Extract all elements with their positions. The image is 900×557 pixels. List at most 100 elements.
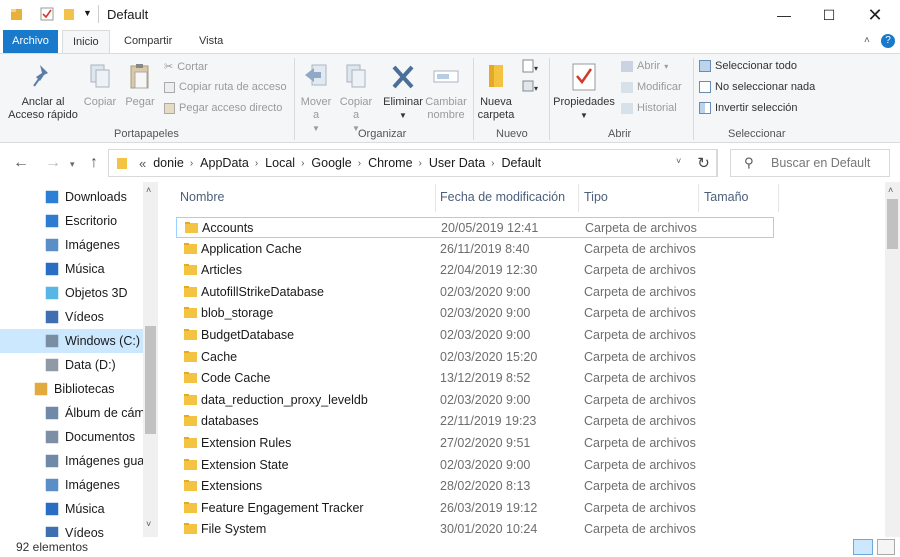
tab-inicio[interactable]: Inicio <box>62 30 110 53</box>
nav-item[interactable]: Vídeos <box>0 305 143 329</box>
file-row[interactable]: Extensions 28/02/2020 8:13 Carpeta de arch… <box>176 476 774 497</box>
column-header-size[interactable]: Tamaño <box>704 190 748 204</box>
file-row[interactable]: Articles 22/04/2019 12:30 Carpeta de archi… <box>176 260 774 281</box>
easy-access-button[interactable]: ▾ <box>518 78 544 100</box>
paste-shortcut-button[interactable]: Pegar acceso directo <box>164 102 282 114</box>
nav-item[interactable]: Álbum de cáma <box>0 401 143 425</box>
nav-item[interactable]: Vídeos <box>0 521 143 537</box>
column-header-date[interactable]: Fecha de modificación <box>440 190 565 204</box>
file-row[interactable]: Cache 02/03/2020 15:20 Carpeta de archivos <box>176 347 774 368</box>
help-icon[interactable]: ? <box>881 34 895 48</box>
column-header-type[interactable]: Tipo <box>584 190 608 204</box>
breadcrumb-item[interactable]: Chrome <box>368 156 412 172</box>
copy-path-button[interactable]: Copiar ruta de acceso <box>164 81 287 93</box>
quick-access-dropdown-icon[interactable]: ▼ <box>83 8 97 22</box>
select-none-button[interactable]: No seleccionar nada <box>699 81 815 93</box>
cut-label: Cortar <box>177 60 208 73</box>
scroll-down-icon[interactable]: ˅ <box>146 519 151 529</box>
new-folder-quick-icon[interactable] <box>62 7 76 21</box>
file-list-scrollbar-thumb[interactable] <box>887 199 898 249</box>
nav-item[interactable]: Imágenes guar <box>0 449 143 473</box>
file-name: Articles <box>201 263 242 278</box>
properties-button[interactable]: Propiedades ▼ <box>552 62 616 122</box>
copy-to-button[interactable]: Copiar a ▼ <box>338 62 374 135</box>
scroll-up-icon[interactable]: ˄ <box>146 185 151 195</box>
up-icon[interactable]: ↑ <box>90 154 98 172</box>
properties-quick-icon[interactable] <box>40 7 54 21</box>
videos-icon <box>45 310 59 324</box>
search-input[interactable]: ⚲ Buscar en Default <box>730 149 890 177</box>
file-row[interactable]: File System 30/01/2020 10:24 Carpeta de ar… <box>176 519 774 537</box>
file-row[interactable]: Application Cache 26/11/2019 8:40 Carpeta … <box>176 239 774 260</box>
forward-icon[interactable]: → <box>45 154 61 172</box>
file-row[interactable]: Extension Rules 27/02/2020 9:51 Carpeta de… <box>176 433 774 454</box>
tab-compartir[interactable]: Compartir <box>114 30 182 53</box>
file-row[interactable]: BudgetDatabase 02/03/2020 9:00 Carpeta de … <box>176 325 774 346</box>
collapse-ribbon-icon[interactable]: ˄ <box>864 35 870 46</box>
column-header-name[interactable]: Nombre <box>180 190 224 204</box>
invert-selection-icon <box>699 102 711 114</box>
open-button[interactable]: Abrir ▾ <box>621 60 668 72</box>
file-row[interactable]: blob_storage 02/03/2020 9:00 Carpeta de ar… <box>176 303 774 324</box>
group-divider <box>549 58 550 140</box>
copy-button[interactable]: Copiar <box>82 62 118 109</box>
recent-locations-icon[interactable]: ▾ <box>70 159 75 170</box>
move-to-button[interactable]: Mover a ▼ <box>297 62 335 135</box>
file-row[interactable]: databases 22/11/2019 19:23 Carpeta de arch… <box>176 411 774 432</box>
refresh-button[interactable]: ↻ <box>690 149 718 177</box>
file-row[interactable]: data_reduction_proxy_leveldb 02/03/2020 9… <box>176 390 774 411</box>
nav-item[interactable]: Imágenes <box>0 473 143 497</box>
file-row[interactable]: AutofillStrikeDatabase 02/03/2020 9:00 Car… <box>176 282 774 303</box>
breadcrumb-overflow[interactable]: « <box>139 156 146 172</box>
nav-item[interactable]: Documentos <box>0 425 143 449</box>
breadcrumb-item[interactable]: Google <box>311 156 351 172</box>
scroll-up-icon[interactable]: ˄ <box>888 185 893 195</box>
breadcrumb-item[interactable]: donie <box>153 156 184 172</box>
maximize-button[interactable]: ☐ <box>806 0 852 30</box>
file-date: 20/05/2019 12:41 <box>441 221 539 235</box>
address-dropdown-icon[interactable]: ˅ <box>676 156 681 166</box>
minimize-button[interactable]: — <box>761 0 807 30</box>
details-view-icon[interactable] <box>853 539 873 555</box>
nav-item[interactable]: Data (D:) <box>0 353 143 377</box>
nav-item[interactable]: Imágenes <box>0 233 143 257</box>
nav-item[interactable]: Escritorio <box>0 209 143 233</box>
cut-button[interactable]: ✂ Cortar <box>164 60 208 74</box>
group-abrir: Abrir <box>608 128 632 140</box>
tab-vista[interactable]: Vista <box>189 30 233 53</box>
tab-archivo[interactable]: Archivo <box>3 30 58 53</box>
select-all-button[interactable]: Seleccionar todo <box>699 60 797 72</box>
breadcrumb-item[interactable]: AppData <box>200 156 249 172</box>
breadcrumb-item[interactable]: User Data <box>429 156 485 172</box>
new-folder-icon <box>489 65 503 87</box>
file-row[interactable]: Feature Engagement Tracker 26/03/2019 19:… <box>176 498 774 519</box>
back-icon[interactable]: ← <box>13 154 29 172</box>
large-icons-view-icon[interactable] <box>877 539 895 555</box>
edit-icon <box>621 81 633 93</box>
close-button[interactable]: ✕ <box>852 0 898 30</box>
new-folder-button[interactable]: Nueva carpeta <box>474 62 518 122</box>
nav-item[interactable]: Música <box>0 257 143 281</box>
invert-selection-button[interactable]: Invertir selección <box>699 102 798 114</box>
delete-button[interactable]: Eliminar ▼ <box>380 62 426 122</box>
nav-item[interactable]: Windows (C:) <box>0 329 143 353</box>
file-list: Nombre Fecha de modificación Tipo Tamaño… <box>158 182 885 537</box>
address-bar[interactable]: « donie › AppData › Local › Google › Chrome ›… <box>108 149 717 177</box>
edit-button[interactable]: Modificar <box>621 81 682 93</box>
file-row[interactable]: Code Cache 13/12/2019 8:52 Carpeta de arch… <box>176 368 774 389</box>
nav-item[interactable]: Música <box>0 497 143 521</box>
file-row[interactable]: Accounts 20/05/2019 12:41 Carpeta de archi… <box>176 217 774 238</box>
rename-button[interactable]: Cambiar nombre <box>422 62 470 122</box>
nav-scrollbar-thumb[interactable] <box>145 326 156 434</box>
nav-item[interactable]: Bibliotecas <box>0 377 143 401</box>
breadcrumb-item[interactable]: Local <box>265 156 295 172</box>
nav-item[interactable]: Objetos 3D <box>0 281 143 305</box>
paste-button[interactable]: Pegar <box>122 62 158 109</box>
file-row[interactable]: Extension State 02/03/2020 9:00 Carpeta de… <box>176 455 774 476</box>
pin-quick-access-button[interactable]: Anclar al Acceso rápido <box>4 62 82 122</box>
history-button[interactable]: Historial <box>621 102 677 114</box>
nav-item[interactable]: Downloads <box>0 185 143 209</box>
new-item-button[interactable]: ▾ <box>518 58 544 80</box>
file-date: 02/03/2020 9:00 <box>440 306 531 321</box>
breadcrumb-item[interactable]: Default <box>502 156 542 172</box>
